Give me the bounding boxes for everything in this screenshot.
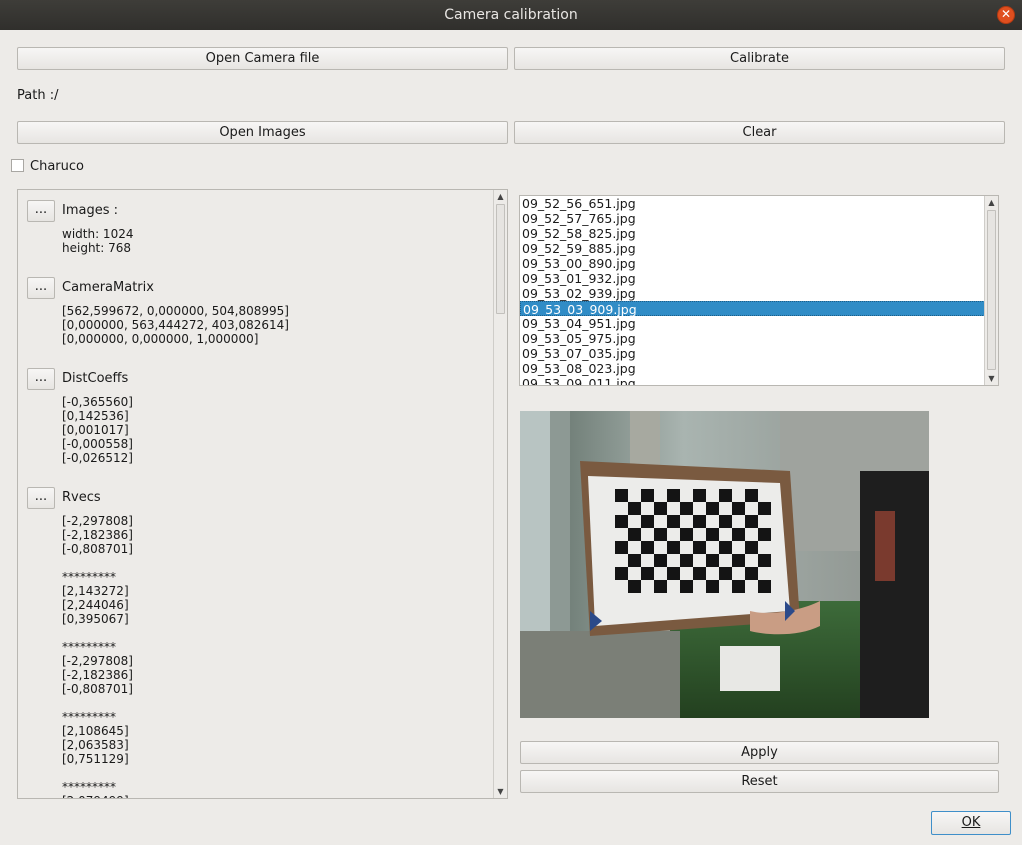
charuco-checkbox[interactable] — [11, 159, 24, 172]
open-images-button[interactable]: Open Images — [17, 121, 508, 144]
camera-matrix-values: [562,599672, 0,000000, 504,808995] [0,00… — [62, 304, 289, 346]
scrollbar-thumb[interactable] — [987, 210, 996, 370]
calibration-preview-image — [520, 411, 929, 718]
image-list-item[interactable]: 09_53_03_909.jpg — [520, 301, 985, 317]
ok-button[interactable]: OK — [931, 811, 1011, 835]
charuco-label: Charuco — [30, 159, 84, 174]
scroll-down-icon[interactable]: ▼ — [987, 374, 996, 383]
open-camera-file-button[interactable]: Open Camera file — [17, 47, 508, 70]
images-expand-button[interactable]: ... — [27, 200, 55, 222]
window-title: Camera calibration — [444, 7, 578, 23]
scrollbar-thumb[interactable] — [496, 204, 505, 314]
image-list-item[interactable]: 09_52_59_885.jpg — [520, 241, 985, 256]
image-list-item[interactable]: 09_53_04_951.jpg — [520, 316, 985, 331]
scroll-up-icon[interactable]: ▲ — [496, 192, 505, 201]
image-list-items: 09_52_56_651.jpg 09_52_57_765.jpg 09_52_58… — [520, 196, 985, 385]
clear-button[interactable]: Clear — [514, 121, 1005, 144]
images-values: width: 1024 height: 768 — [62, 227, 134, 255]
image-list-scrollbar[interactable]: ▲ ▼ — [984, 196, 998, 385]
image-list-item[interactable]: 09_53_05_975.jpg — [520, 331, 985, 346]
calibrate-button[interactable]: Calibrate — [514, 47, 1005, 70]
image-list-item[interactable]: 09_53_00_890.jpg — [520, 256, 985, 271]
results-scrollbar[interactable]: ▲ ▼ — [493, 190, 507, 798]
images-title: Images : — [62, 203, 118, 218]
dist-coeffs-values: [-0,365560] [0,142536] [0,001017] [-0,00… — [62, 395, 133, 465]
title-bar: Camera calibration ✕ — [0, 0, 1022, 30]
dist-coeffs-title: DistCoeffs — [62, 371, 129, 386]
camera-matrix-expand-button[interactable]: ... — [27, 277, 55, 299]
rvecs-expand-button[interactable]: ... — [27, 487, 55, 509]
scroll-down-icon[interactable]: ▼ — [496, 787, 505, 796]
scroll-up-icon[interactable]: ▲ — [987, 198, 996, 207]
image-list-item[interactable]: 09_52_57_765.jpg — [520, 211, 985, 226]
apply-button[interactable]: Apply — [520, 741, 999, 764]
close-icon[interactable]: ✕ — [997, 6, 1015, 24]
image-list-item[interactable]: 09_53_01_932.jpg — [520, 271, 985, 286]
image-file-list: 09_52_56_651.jpg 09_52_57_765.jpg 09_52_58… — [519, 195, 999, 386]
results-panel: ... Images : width: 1024 height: 768 ...… — [17, 189, 508, 799]
image-list-item[interactable]: 09_52_58_825.jpg — [520, 226, 985, 241]
rvecs-title: Rvecs — [62, 490, 101, 505]
image-list-item[interactable]: 09_53_02_939.jpg — [520, 286, 985, 301]
dist-coeffs-expand-button[interactable]: ... — [27, 368, 55, 390]
preview-photo — [520, 411, 929, 718]
camera-matrix-title: CameraMatrix — [62, 280, 154, 295]
ok-button-label: OK — [961, 815, 981, 830]
image-list-item[interactable]: 09_53_07_035.jpg — [520, 346, 985, 361]
image-list-item[interactable]: 09_52_56_651.jpg — [520, 196, 985, 211]
path-label: Path :/ — [17, 88, 59, 103]
rvecs-values: [-2,297808] [-2,182386] [-0,808701] ****… — [62, 514, 133, 798]
image-list-item[interactable]: 09_53_09_011.jpg — [520, 376, 985, 385]
image-list-item[interactable]: 09_53_08_023.jpg — [520, 361, 985, 376]
reset-button[interactable]: Reset — [520, 770, 999, 793]
